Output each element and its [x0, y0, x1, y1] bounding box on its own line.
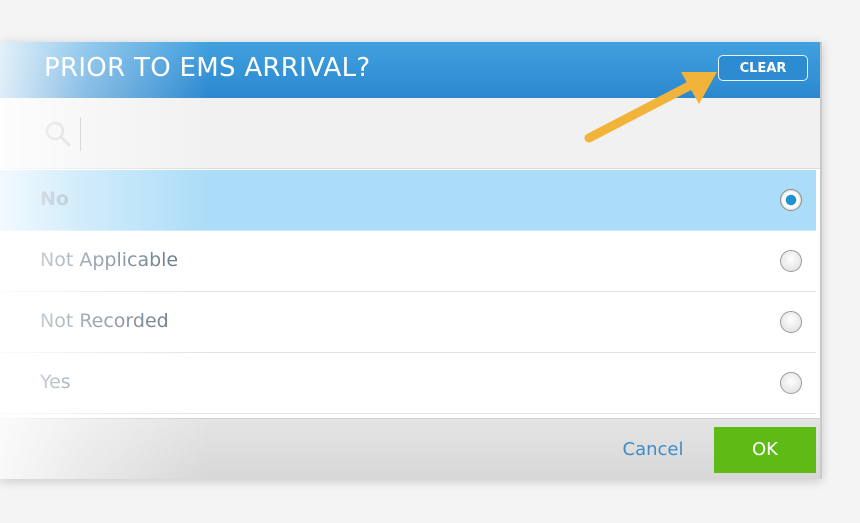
option-label: No [40, 188, 69, 210]
option-not-recorded[interactable]: Not Recorded [0, 292, 816, 353]
search-icon [45, 121, 71, 147]
cancel-button[interactable]: Cancel [610, 435, 696, 465]
radio-unchecked[interactable] [780, 372, 802, 394]
option-list: No Not Applicable Not Recorded Yes [0, 170, 816, 414]
option-label: Yes [40, 371, 71, 393]
radio-checked[interactable] [780, 189, 802, 211]
radio-unchecked[interactable] [780, 311, 802, 333]
dialog-footer: Cancel OK [0, 418, 820, 479]
option-label: Not Recorded [40, 310, 169, 332]
option-yes[interactable]: Yes [0, 353, 816, 414]
option-no[interactable]: No [0, 170, 816, 231]
ok-button[interactable]: OK [714, 427, 816, 473]
option-label: Not Applicable [40, 249, 179, 271]
dialog-title: PRIOR TO EMS ARRIVAL? [44, 53, 371, 83]
radio-unchecked[interactable] [780, 250, 802, 272]
option-not-applicable[interactable]: Not Applicable [0, 231, 816, 292]
clear-button[interactable]: CLEAR [718, 55, 808, 81]
annotation-arrow-icon [584, 72, 717, 143]
